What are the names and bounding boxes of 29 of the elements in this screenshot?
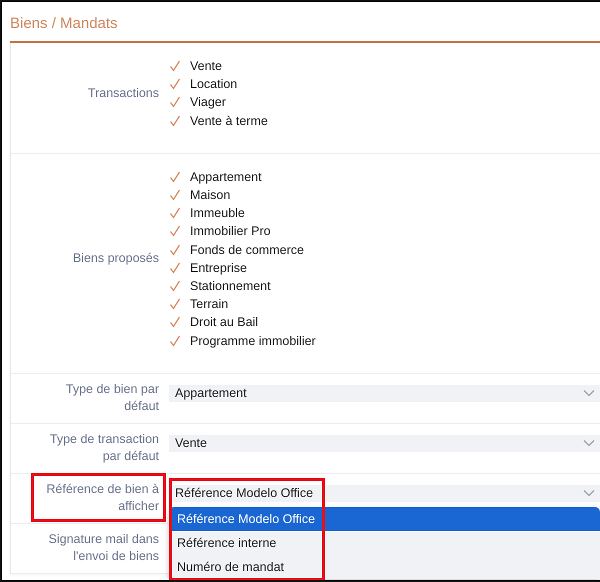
option-label: Terrain [190, 297, 228, 312]
chevron-icon [583, 439, 595, 448]
dropdown-option[interactable]: Référence interne [169, 530, 600, 555]
field-label: Signature mail dans l'envoi de biens [48, 530, 159, 565]
field-label: Transactions [88, 84, 159, 102]
field-label: Référence de bien à afficher [45, 480, 159, 515]
option-label: Appartement [190, 170, 262, 184]
option-label: Stationnement [190, 278, 271, 293]
option-label: Maison [190, 188, 230, 202]
select-field[interactable]: Appartement [169, 384, 600, 402]
dropdown-option[interactable]: Numéro de mandat [169, 554, 600, 579]
option-label: Immobilier Pro [190, 224, 271, 238]
dropdown-option[interactable]: Référence Modelo Office [169, 506, 600, 531]
field-label: Biens proposés [72, 250, 159, 268]
option-label: Fonds de commerce [190, 242, 304, 257]
option-label: Entreprise [190, 260, 247, 275]
chevron-icon [583, 489, 595, 498]
option-label: Vente à terme [190, 114, 268, 128]
option-label: Location [190, 77, 238, 92]
option-label: Droit au Bail [190, 315, 258, 330]
option-label: Immeuble [190, 206, 245, 220]
field-label: Type de transaction par défaut [48, 430, 159, 465]
select-field[interactable]: Référence Modelo Office [169, 484, 600, 502]
select-field[interactable]: Vente [169, 434, 600, 452]
chevron-icon [583, 389, 595, 398]
option-label: Viager [190, 95, 226, 110]
option-label: Programme immobilier [190, 334, 316, 348]
field-label: Type de bien par défaut [64, 380, 159, 415]
option-label: Vente [190, 59, 222, 74]
